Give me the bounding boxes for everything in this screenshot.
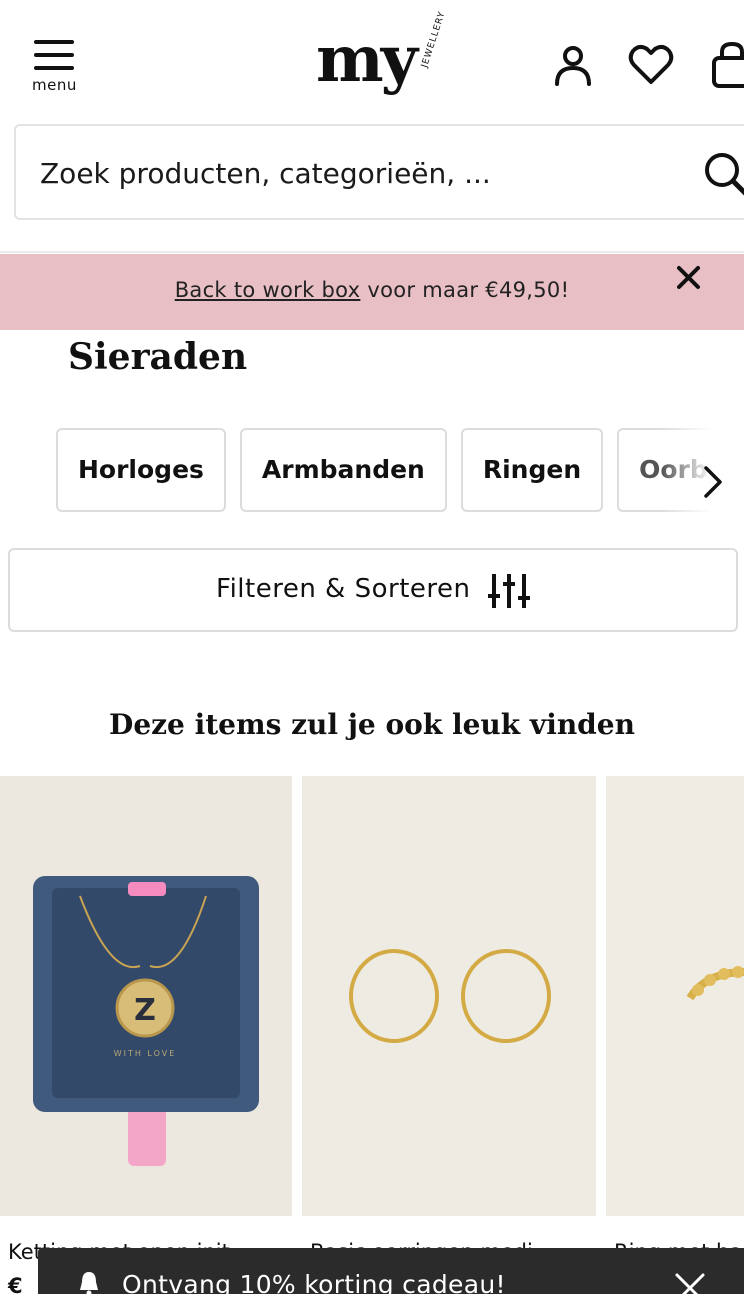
chip-ringen[interactable]: Ringen: [460, 428, 604, 512]
search-icon[interactable]: [702, 148, 744, 198]
product-price: €: [8, 1274, 23, 1294]
toast-text: Ontvang 10% korting cadeau!: [122, 1270, 506, 1294]
logo-text: my: [316, 22, 418, 97]
promo-banner: Back to work box voor maar €49,50!: [0, 254, 744, 330]
sliders-icon: [488, 572, 530, 610]
header-divider: [0, 251, 744, 253]
product-card[interactable]: Ring met hartjes: [606, 776, 744, 1294]
hamburger-icon: [34, 40, 74, 44]
bell-icon: [78, 1270, 100, 1294]
product-carousel: Z WITH LOVE Ketting met open init... € B…: [0, 776, 744, 1294]
filter-sort-button[interactable]: Filteren & Sorteren: [8, 548, 738, 632]
discount-toast[interactable]: Ontvang 10% korting cadeau!: [38, 1248, 744, 1294]
product-image: Z WITH LOVE: [0, 776, 292, 1216]
logo-subtext: JEWELLERY: [420, 10, 448, 70]
hamburger-bar: [34, 66, 74, 70]
category-chips: HorlogesArmbandenRingenOorbellen: [56, 428, 716, 514]
close-icon[interactable]: [672, 260, 706, 294]
close-icon[interactable]: [670, 1268, 710, 1294]
search-input[interactable]: [40, 148, 680, 198]
product-image: [302, 776, 596, 1216]
svg-text:WITH LOVE: WITH LOVE: [114, 1049, 177, 1058]
search-bar: [14, 124, 744, 220]
chip-armbanden[interactable]: Armbanden: [239, 428, 447, 512]
hamburger-bar: [34, 53, 74, 57]
account-icon[interactable]: [548, 40, 598, 90]
heart-icon[interactable]: [626, 40, 676, 90]
product-card[interactable]: Z WITH LOVE Ketting met open init... €: [0, 776, 292, 1294]
menu-label: menu: [32, 76, 77, 94]
site-logo[interactable]: my JEWELLERY: [312, 10, 462, 110]
recommendations-title: Deze items zul je ook leuk vinden: [109, 708, 635, 741]
promo-link[interactable]: Back to work box: [175, 278, 361, 302]
promo-body: voor maar €49,50!: [360, 278, 570, 302]
menu-button[interactable]: menu: [32, 40, 78, 96]
promo-text: Back to work box voor maar €49,50!: [0, 278, 744, 302]
product-card[interactable]: Basic oorringen medi...: [302, 776, 596, 1294]
page-title: Sieraden: [68, 336, 248, 378]
shopping-bag-icon[interactable]: [706, 40, 744, 90]
chip-horloges[interactable]: Horloges: [56, 428, 226, 512]
svg-text:Z: Z: [134, 993, 156, 1028]
filter-label: Filteren & Sorteren: [216, 574, 471, 604]
chevron-right-icon[interactable]: [696, 462, 730, 502]
site-header: menu my JEWELLERY: [0, 0, 744, 118]
product-image: [606, 776, 744, 1216]
